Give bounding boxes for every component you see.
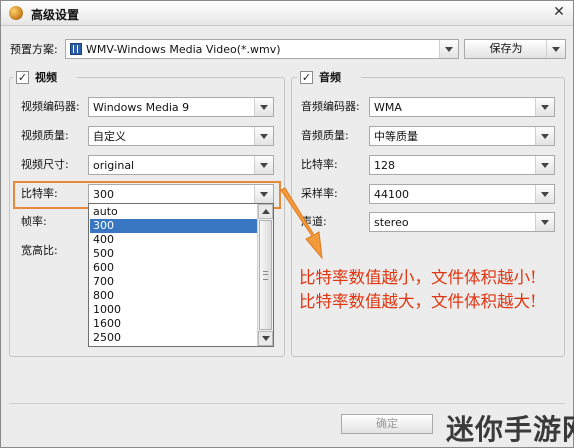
preset-value: WMV-Windows Media Video(*.wmv) — [86, 43, 281, 56]
video-bitrate-select[interactable]: 300 — [88, 184, 274, 204]
watermark: 迷你手游网 — [446, 413, 574, 446]
channels-value: stereo — [374, 216, 409, 229]
chevron-down-icon[interactable] — [254, 98, 273, 116]
grip-icon — [263, 271, 268, 280]
chevron-down-icon[interactable] — [535, 185, 554, 203]
chevron-down-icon[interactable] — [254, 185, 273, 203]
dropdown-option[interactable]: 400 — [90, 233, 258, 247]
video-legend: ✓ 视频 — [13, 70, 77, 86]
close-icon[interactable]: ✕ — [551, 5, 567, 21]
dropdown-option-selected[interactable]: 300 — [90, 219, 258, 233]
chevron-down-icon[interactable] — [439, 40, 458, 58]
audio-bitrate-label: 比特率: — [301, 158, 338, 171]
scroll-thumb[interactable] — [259, 220, 272, 330]
video-size-value: original — [93, 159, 135, 172]
annotation-line-1: 比特率数值越小，文件体积越小! — [299, 268, 537, 287]
save-as-label: 保存为 — [489, 42, 523, 55]
footer-divider — [9, 403, 565, 404]
video-bitrate-label: 比特率: — [21, 187, 58, 200]
dropdown-option[interactable]: 2500 — [90, 331, 258, 345]
save-as-button[interactable]: 保存为 — [464, 39, 566, 59]
scroll-up-icon[interactable] — [258, 204, 273, 219]
aspect-ratio-label: 宽高比: — [21, 244, 58, 257]
video-quality-label: 视频质量: — [21, 129, 69, 142]
annotation-line-2: 比特率数值越大，文件体积越大! — [299, 292, 537, 311]
window-title: 高级设置 — [31, 8, 80, 22]
dropdown-option[interactable]: 500 — [90, 247, 258, 261]
video-codec-label: 视频编码器: — [21, 100, 80, 113]
chevron-down-icon[interactable] — [535, 127, 554, 145]
chevron-down-icon[interactable] — [546, 40, 565, 58]
audio-codec-value: WMA — [374, 101, 402, 114]
audio-legend-label: 音频 — [319, 71, 341, 84]
scroll-down-icon[interactable] — [258, 331, 273, 346]
dropdown-option[interactable]: 800 — [90, 289, 258, 303]
video-size-label: 视频尺寸: — [21, 158, 69, 171]
audio-quality-label: 音频质量: — [301, 129, 349, 142]
preset-label: 预置方案: — [10, 43, 58, 56]
chevron-down-icon[interactable] — [254, 156, 273, 174]
app-logo-icon — [9, 6, 23, 20]
preset-select[interactable]: WMV-Windows Media Video(*.wmv) — [65, 39, 459, 59]
video-size-select[interactable]: original — [88, 155, 274, 175]
dropdown-scrollbar[interactable] — [257, 204, 273, 346]
audio-bitrate-select[interactable]: 128 — [369, 155, 555, 175]
dropdown-option[interactable]: 1600 — [90, 317, 258, 331]
video-bitrate-value: 300 — [93, 188, 114, 201]
video-enable-checkbox[interactable]: ✓ — [16, 71, 29, 84]
bitrate-dropdown-list[interactable]: auto 300 400 500 600 700 800 1000 1600 2… — [88, 203, 274, 347]
ok-label: 确定 — [376, 417, 398, 430]
frame-rate-label: 帧率: — [21, 215, 47, 228]
video-codec-select[interactable]: Windows Media 9 — [88, 97, 274, 117]
video-codec-value: Windows Media 9 — [93, 101, 190, 114]
audio-legend: ✓ 音频 — [297, 70, 361, 86]
chevron-down-icon[interactable] — [535, 156, 554, 174]
ok-button[interactable]: 确定 — [341, 414, 433, 434]
audio-quality-select[interactable]: 中等质量 — [369, 126, 555, 146]
sample-rate-value: 44100 — [374, 188, 409, 201]
dropdown-option[interactable]: 1000 — [90, 303, 258, 317]
video-legend-label: 视频 — [35, 71, 57, 84]
channels-label: 声道: — [301, 215, 327, 228]
dropdown-option[interactable]: 600 — [90, 261, 258, 275]
chevron-down-icon[interactable] — [254, 127, 273, 145]
audio-codec-select[interactable]: WMA — [369, 97, 555, 117]
video-quality-select[interactable]: 自定义 — [88, 126, 274, 146]
chevron-down-icon[interactable] — [535, 98, 554, 116]
dropdown-option[interactable]: 700 — [90, 275, 258, 289]
audio-codec-label: 音频编码器: — [301, 100, 360, 113]
audio-enable-checkbox[interactable]: ✓ — [300, 71, 313, 84]
video-file-icon — [70, 43, 82, 55]
sample-rate-label: 采样率: — [301, 187, 338, 200]
audio-bitrate-value: 128 — [374, 159, 395, 172]
channels-select[interactable]: stereo — [369, 212, 555, 232]
advanced-settings-window: 高级设置 ✕ 预置方案: WMV-Windows Media Video(*.w… — [0, 0, 574, 448]
title-bar: 高级设置 ✕ — [1, 1, 573, 26]
sample-rate-select[interactable]: 44100 — [369, 184, 555, 204]
audio-quality-value: 中等质量 — [374, 130, 418, 143]
video-quality-value: 自定义 — [93, 130, 126, 143]
chevron-down-icon[interactable] — [535, 213, 554, 231]
dropdown-option[interactable]: auto — [90, 205, 258, 219]
